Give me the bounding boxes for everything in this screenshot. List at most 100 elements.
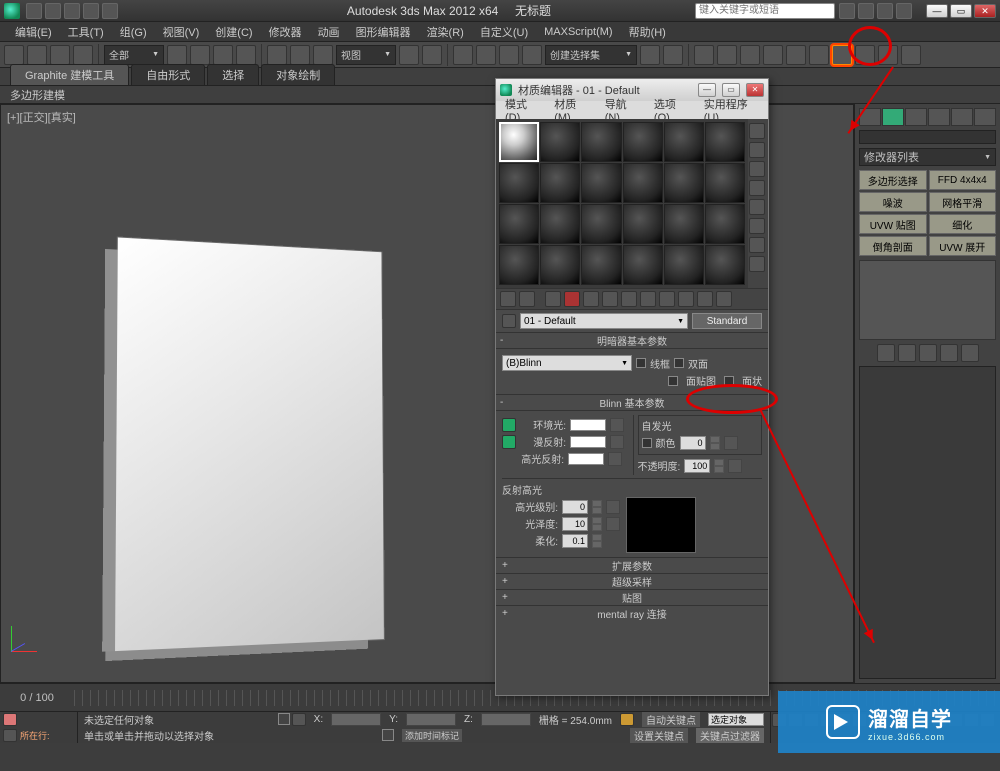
shader-dropdown[interactable]: (B)Blinn▼ [502,355,632,371]
window-minimize-button[interactable]: — [926,4,948,18]
qat-save-icon[interactable] [64,3,80,19]
spinner-buttons[interactable] [592,534,602,548]
sample-slot[interactable] [540,245,580,285]
backlight-icon[interactable] [749,142,765,158]
slots-layout-icon[interactable] [749,256,765,272]
pivot-icon[interactable] [399,45,419,65]
sample-slot[interactable] [581,122,621,162]
window-maximize-button[interactable]: ▭ [950,4,972,18]
sample-slot[interactable] [623,204,663,244]
menu-maxscript[interactable]: MAXScript(M) [537,24,619,40]
go-parent-icon[interactable] [697,291,713,307]
rollout-maps[interactable]: +贴图 [496,589,768,605]
rollout-extended[interactable]: +扩展参数 [496,557,768,573]
qat-redo-icon[interactable] [102,3,118,19]
gloss-map-button[interactable] [606,517,620,531]
show-endresult-icon[interactable] [898,344,916,362]
rec-icon[interactable] [3,713,17,726]
angle-snap-icon[interactable] [476,45,496,65]
facemap-checkbox[interactable] [668,376,678,386]
menu-modifiers[interactable]: 修改器 [262,22,309,42]
object-name-field[interactable] [859,130,996,144]
sample-slot[interactable] [499,245,539,285]
material-editor-icon[interactable] [763,45,783,65]
menu-tools[interactable]: 工具(T) [61,22,111,42]
viewport-label[interactable]: [+][正交][真实] [7,109,76,125]
specular-color-swatch[interactable] [568,453,604,465]
select-name-icon[interactable] [190,45,210,65]
coord-z-input[interactable] [481,713,531,726]
spinner-buttons[interactable] [592,500,602,514]
assign-to-sel-icon[interactable] [545,291,561,307]
modify-tab-icon[interactable] [882,108,904,126]
mod-btn-ffd[interactable]: FFD 4x4x4 [929,170,997,190]
help-icon[interactable] [896,3,912,19]
app-icon[interactable] [4,3,20,19]
tab-selection[interactable]: 选择 [207,64,259,85]
selection-filter-dropdown[interactable]: 全部▼ [104,45,164,65]
sample-slot[interactable] [705,245,745,285]
mirror-icon[interactable] [640,45,660,65]
sample-slot[interactable] [581,163,621,203]
me-close-button[interactable]: ✕ [746,83,764,97]
make-unique-mat-icon[interactable] [602,291,618,307]
reset-map-icon[interactable] [564,291,580,307]
spinner-snap-icon[interactable] [522,45,542,65]
rollout-mentalray[interactable]: +mental ray 连接 [496,605,768,621]
mod-btn-tessellate[interactable]: 细化 [929,214,997,234]
get-material-icon[interactable] [500,291,516,307]
opacity-spinner[interactable]: 100 [684,459,710,473]
selfillum-spinner[interactable]: 0 [680,436,706,450]
lock-selection-icon[interactable] [382,729,394,741]
region-rect-icon[interactable] [213,45,233,65]
spinner-buttons[interactable] [592,517,602,531]
autokey-button[interactable]: 自动关键点 [642,712,700,727]
mod-btn-uvwmap[interactable]: UVW 贴图 [859,214,927,234]
unlink-icon[interactable] [73,45,93,65]
lock-ambient-icon[interactable] [502,418,516,432]
window-crossing-icon[interactable] [236,45,256,65]
sample-slot[interactable] [499,163,539,203]
qat-undo-icon[interactable] [83,3,99,19]
motion-tab-icon[interactable] [928,108,950,126]
mod-btn-noise[interactable]: 噪波 [859,192,927,212]
background-icon[interactable] [749,161,765,177]
scale-icon[interactable] [313,45,333,65]
opacity-map-button[interactable] [728,459,742,473]
wireframe-checkbox[interactable] [636,358,646,368]
material-id-icon[interactable] [640,291,656,307]
tab-graphite[interactable]: Graphite 建模工具 [10,64,129,85]
redo-icon[interactable] [27,45,47,65]
sample-slot[interactable] [623,163,663,203]
menu-create[interactable]: 创建(C) [208,22,259,42]
sample-slot[interactable] [581,204,621,244]
put-to-scene-icon[interactable] [519,291,535,307]
keyfilter-button[interactable]: 关键点过滤器 [696,728,764,743]
faceted-checkbox[interactable] [724,376,734,386]
spinner-buttons[interactable] [714,459,724,473]
speclevel-map-button[interactable] [606,500,620,514]
create-tab-icon[interactable] [859,108,881,126]
utility-tab-icon[interactable] [974,108,996,126]
isolate-icon[interactable] [292,713,306,726]
scene-box-object[interactable] [115,237,384,651]
material-editor-window[interactable]: 材质编辑器 - 01 - Default — ▭ ✕ 模式(D) 材质(M) 导… [495,78,769,696]
teapot-icon[interactable] [878,45,898,65]
dropper-icon[interactable] [502,314,516,328]
tab-freeform[interactable]: 自由形式 [131,64,205,85]
sample-slot[interactable] [499,204,539,244]
rollout-supersampling[interactable]: +超级采样 [496,573,768,589]
tab-paint[interactable]: 对象绘制 [261,64,335,85]
qat-open-icon[interactable] [45,3,61,19]
menu-group[interactable]: 组(G) [113,22,154,42]
qat-new-icon[interactable] [26,3,42,19]
snap-toggle-icon[interactable] [453,45,473,65]
menu-render[interactable]: 渲染(R) [420,22,471,42]
window-close-button[interactable]: ✕ [974,4,996,18]
make-unique-icon[interactable] [919,344,937,362]
lock-icon[interactable] [278,713,290,725]
help-search-input[interactable] [695,3,835,19]
sample-slot[interactable] [623,122,663,162]
sampleuv-icon[interactable] [749,180,765,196]
selfillum-map-button[interactable] [724,436,738,450]
